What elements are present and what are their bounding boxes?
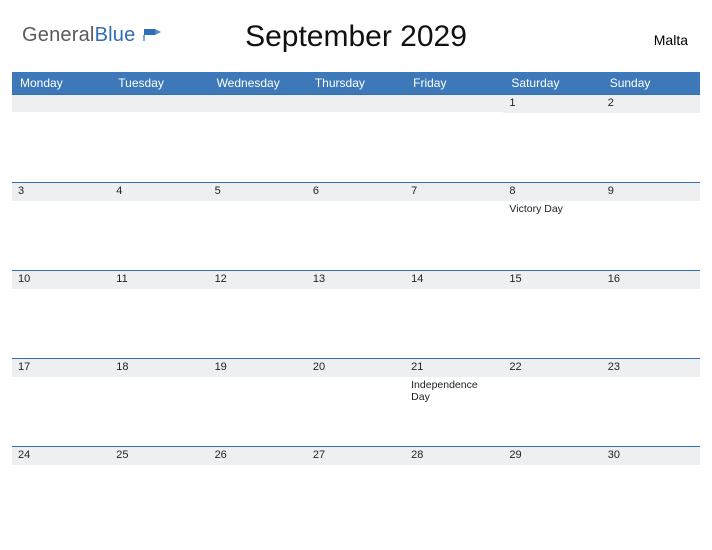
day-number: 4 [110,183,208,201]
week-row: 12 [12,94,700,182]
day-number [307,95,405,112]
day-cell: 9 [602,183,700,270]
day-number: 30 [602,447,700,465]
day-number [12,95,110,112]
dow-thu: Thursday [307,76,405,90]
day-cell: 26 [209,447,307,534]
day-of-week-header: Monday Tuesday Wednesday Thursday Friday… [12,72,700,94]
day-cell [12,95,110,182]
day-number: 7 [405,183,503,201]
day-cell: 18 [110,359,208,446]
day-number [209,95,307,112]
day-cell: 25 [110,447,208,534]
day-cell: 7 [405,183,503,270]
day-cell: 20 [307,359,405,446]
day-cell: 4 [110,183,208,270]
day-number: 29 [503,447,601,465]
day-number: 5 [209,183,307,201]
day-number: 24 [12,447,110,465]
day-number: 10 [12,271,110,289]
week-row: 345678Victory Day9 [12,182,700,270]
dow-sun: Sunday [602,76,700,90]
day-number: 19 [209,359,307,377]
day-cell: 17 [12,359,110,446]
flag-icon [143,26,163,49]
day-number: 16 [602,271,700,289]
day-number: 15 [503,271,601,289]
event-label: Victory Day [509,201,595,215]
day-cell: 27 [307,447,405,534]
day-number: 28 [405,447,503,465]
dow-fri: Friday [405,76,503,90]
day-number: 17 [12,359,110,377]
week-row: 10111213141516 [12,270,700,358]
day-cell: 3 [12,183,110,270]
day-cell [209,95,307,182]
day-number: 3 [12,183,110,201]
day-number: 26 [209,447,307,465]
day-cell: 15 [503,271,601,358]
day-cell: 24 [12,447,110,534]
day-number: 14 [405,271,503,289]
day-number: 27 [307,447,405,465]
day-number: 18 [110,359,208,377]
day-number: 23 [602,359,700,377]
week-row: 24252627282930 [12,446,700,534]
day-number: 20 [307,359,405,377]
day-number: 9 [602,183,700,201]
day-number: 2 [602,95,700,113]
day-cell: 29 [503,447,601,534]
day-cell: 5 [209,183,307,270]
day-cell [405,95,503,182]
day-cell: 10 [12,271,110,358]
day-number [405,95,503,112]
brand-part1: General [22,24,95,46]
day-number: 22 [503,359,601,377]
brand-part2: Blue [95,24,136,46]
dow-tue: Tuesday [110,76,208,90]
day-number: 25 [110,447,208,465]
region-label: Malta [654,32,688,48]
day-number [110,95,208,112]
day-number: 12 [209,271,307,289]
day-cell: 23 [602,359,700,446]
day-cell: 6 [307,183,405,270]
day-cell: 8Victory Day [503,183,601,270]
day-number: 13 [307,271,405,289]
day-cell: 1 [503,95,601,182]
day-number: 21 [405,359,503,377]
day-cell: 13 [307,271,405,358]
day-number: 6 [307,183,405,201]
event-label: Independence Day [411,377,497,403]
day-cell: 30 [602,447,700,534]
day-cell: 19 [209,359,307,446]
dow-wed: Wednesday [209,76,307,90]
week-row: 1718192021Independence Day2223 [12,358,700,446]
day-cell: 2 [602,95,700,182]
calendar-grid: 12345678Victory Day910111213141516171819… [12,94,700,534]
day-number: 8 [503,183,601,201]
day-cell [110,95,208,182]
dow-sat: Saturday [503,76,601,90]
day-cell: 14 [405,271,503,358]
day-cell [307,95,405,182]
day-cell: 12 [209,271,307,358]
day-cell: 11 [110,271,208,358]
calendar-header: GeneralBlue September 2029 Malta [12,18,700,66]
day-number: 11 [110,271,208,289]
day-cell: 16 [602,271,700,358]
day-number: 1 [503,95,601,113]
day-cell: 22 [503,359,601,446]
day-cell: 28 [405,447,503,534]
dow-mon: Monday [12,76,110,90]
day-cell: 21Independence Day [405,359,503,446]
brand-logo: GeneralBlue [22,24,163,49]
